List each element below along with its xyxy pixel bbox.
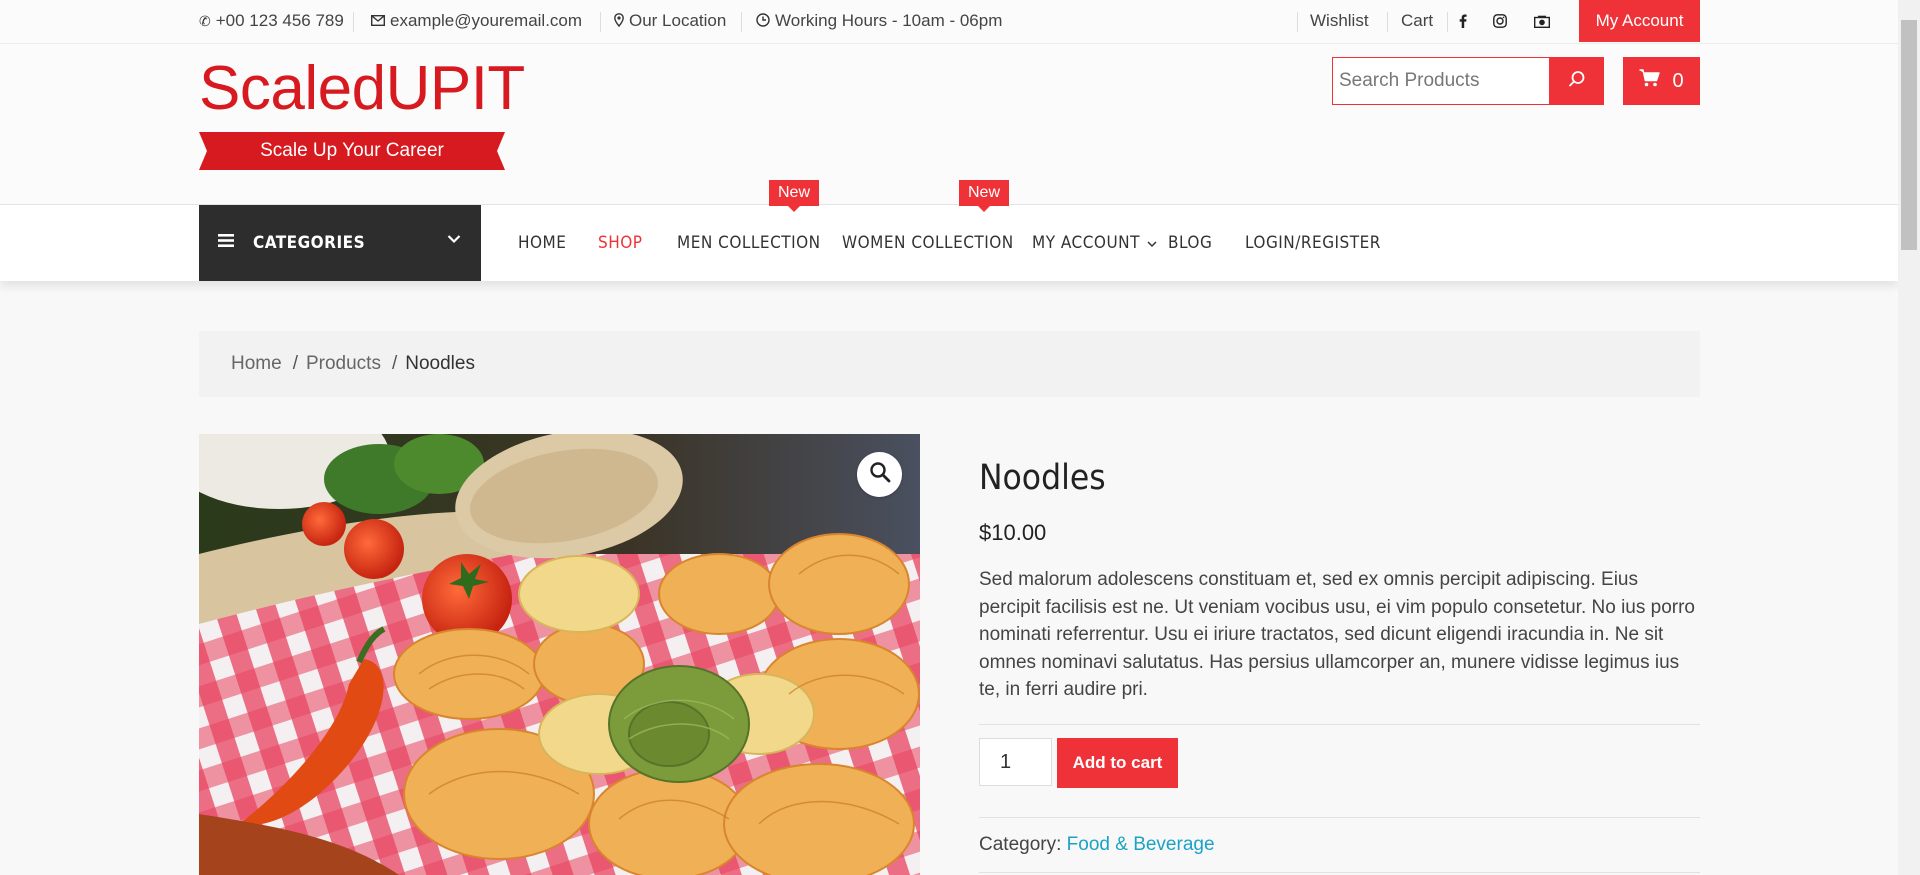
nav-login-register[interactable]: LOGIN/REGISTER	[1245, 205, 1381, 281]
clock-icon	[756, 12, 770, 30]
nav-home[interactable]: HOME	[518, 205, 566, 281]
product-image[interactable]	[199, 434, 920, 875]
nav-men-collection[interactable]: MEN COLLECTION	[677, 205, 821, 281]
search-field[interactable]	[1332, 57, 1550, 105]
new-badge: New	[769, 180, 820, 212]
logo-tagline-ribbon: Scale Up Your Career	[199, 132, 505, 170]
scrollbar-thumb[interactable]	[1901, 20, 1917, 250]
phone-info: ✆ +00 123 456 789	[199, 0, 344, 42]
main-navigation: CATEGORIES HOME SHOP MEN COLLECTION New …	[0, 180, 1898, 281]
chevron-down-icon	[1147, 233, 1157, 253]
breadcrumb-separator: /	[391, 353, 398, 374]
cart-link[interactable]: Cart	[1401, 0, 1433, 42]
logo-tagline: Scale Up Your Career	[260, 140, 444, 161]
nav-blog[interactable]: BLOG	[1168, 205, 1212, 281]
nav-men-collection-label: MEN COLLECTION	[677, 233, 821, 253]
category-link[interactable]: Food & Beverage	[1067, 834, 1215, 855]
logo[interactable]: ScaledUPIT	[199, 58, 525, 120]
breadcrumb: Home / Products / Noodles	[199, 331, 1700, 397]
add-to-cart-button[interactable]: Add to cart	[1057, 738, 1178, 788]
divider	[741, 12, 742, 32]
quantity-input[interactable]	[979, 738, 1052, 786]
new-badge: New	[959, 180, 1010, 212]
breadcrumb-home[interactable]: Home	[231, 353, 282, 375]
product-category: Category: Food & Beverage	[979, 834, 1215, 856]
search-input[interactable]	[1333, 58, 1550, 104]
cart-count: 0	[1672, 69, 1684, 92]
search-button[interactable]	[1549, 57, 1604, 105]
nav-women-collection[interactable]: WOMEN COLLECTION	[842, 205, 1014, 281]
envelope-icon	[370, 13, 386, 29]
nav-my-account[interactable]: MY ACCOUNT	[1032, 205, 1157, 281]
header-cart-button[interactable]: 0	[1623, 57, 1700, 105]
hours-info: Working Hours - 10am - 06pm	[756, 0, 1002, 42]
chevron-down-icon	[447, 231, 461, 249]
product-description: Sed malorum adolescens constituam et, se…	[979, 569, 1695, 700]
divider	[1447, 12, 1448, 32]
phone-text: +00 123 456 789	[215, 11, 344, 30]
categories-label: CATEGORIES	[253, 233, 366, 253]
site-header: ScaledUPIT Scale Up Your Career	[0, 44, 1898, 205]
phone-icon: ✆	[199, 12, 211, 29]
product-title: Noodles	[979, 458, 1106, 498]
divider	[979, 872, 1700, 873]
divider	[353, 12, 354, 32]
wishlist-link[interactable]: Wishlist	[1310, 0, 1369, 42]
divider	[1297, 12, 1298, 32]
breadcrumb-products[interactable]: Products	[306, 353, 381, 375]
top-bar: ✆ +00 123 456 789 example@youremail.com …	[0, 0, 1898, 44]
search-icon	[1568, 70, 1586, 93]
magnifier-icon	[869, 461, 891, 488]
breadcrumb-current: Noodles	[405, 353, 475, 374]
divider	[979, 817, 1700, 818]
divider	[600, 12, 601, 32]
location-info: Our Location	[614, 0, 726, 42]
menu-icon	[218, 234, 234, 252]
map-pin-icon	[614, 12, 624, 30]
location-text: Our Location	[629, 11, 727, 30]
camera-icon[interactable]	[1530, 0, 1554, 42]
categories-dropdown[interactable]: CATEGORIES	[199, 205, 481, 281]
hours-text: Working Hours - 10am - 06pm	[775, 11, 1003, 30]
divider	[979, 724, 1700, 725]
email-text: example@youremail.com	[390, 11, 583, 30]
divider	[1387, 12, 1388, 32]
nav-women-collection-label: WOMEN COLLECTION	[842, 233, 1014, 253]
email-info: example@youremail.com	[370, 0, 583, 42]
my-account-button[interactable]: My Account	[1579, 0, 1700, 42]
breadcrumb-separator: /	[292, 353, 298, 374]
zoom-button[interactable]	[857, 452, 902, 497]
shopping-cart-icon	[1639, 69, 1661, 93]
category-label: Category:	[979, 834, 1067, 855]
nav-shop[interactable]: SHOP	[598, 205, 642, 281]
product-price: $10.00	[979, 520, 1047, 545]
nav-my-account-label: MY ACCOUNT	[1032, 233, 1140, 253]
facebook-icon[interactable]	[1451, 0, 1475, 42]
instagram-icon[interactable]	[1488, 0, 1512, 42]
